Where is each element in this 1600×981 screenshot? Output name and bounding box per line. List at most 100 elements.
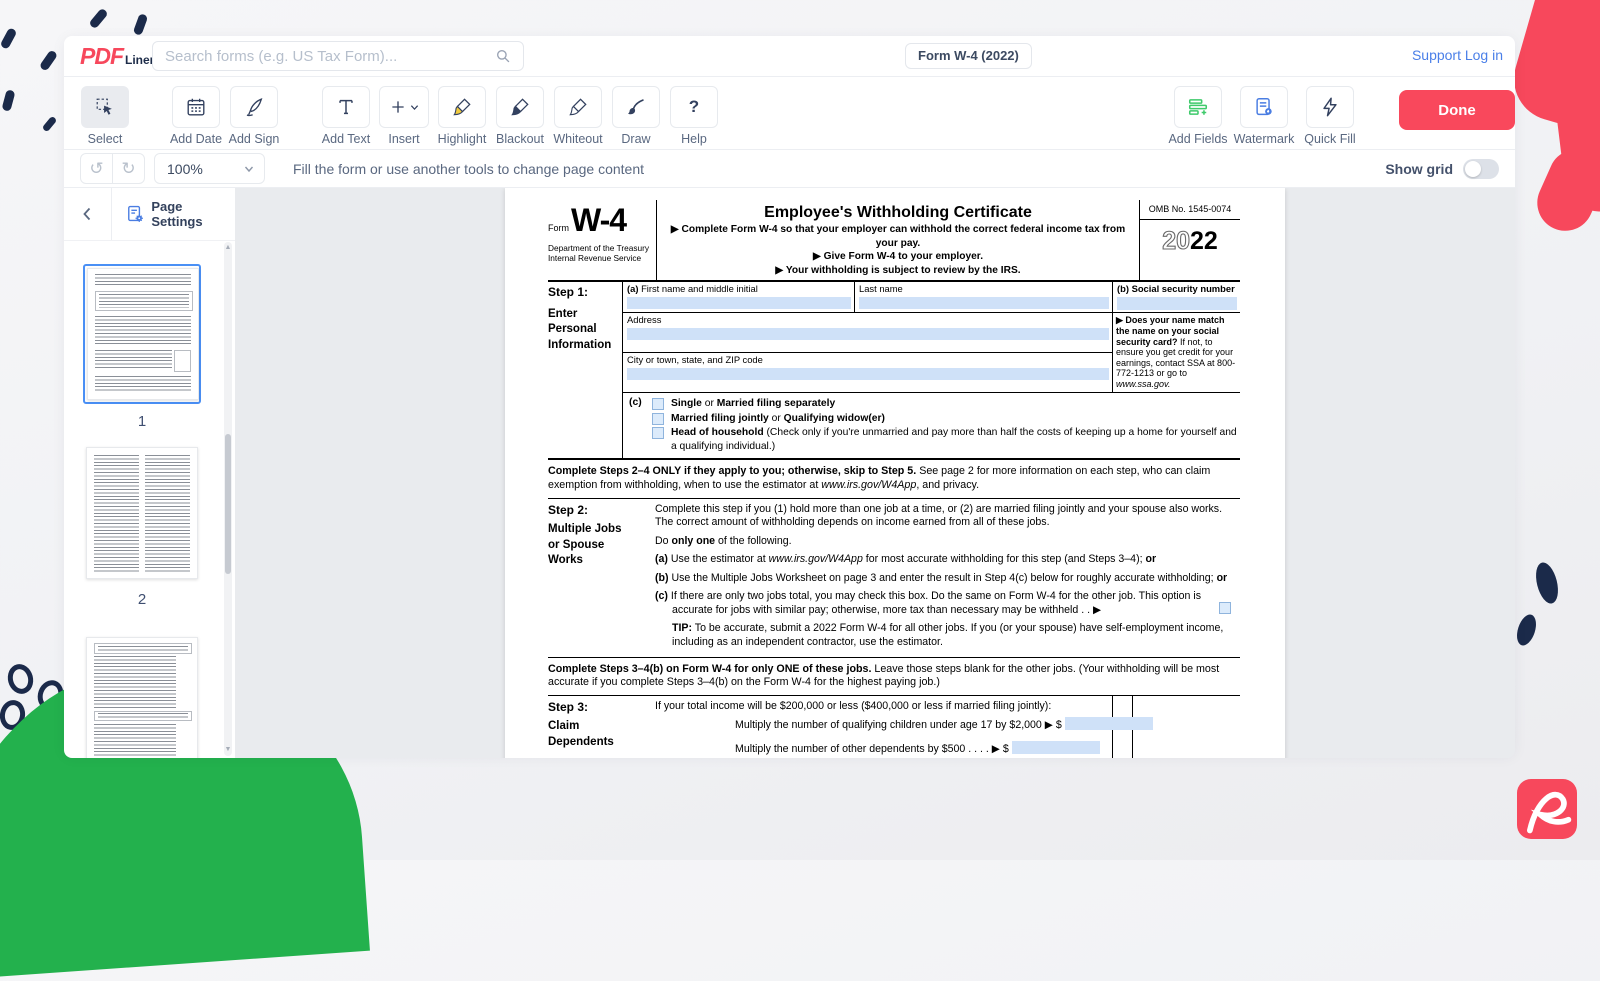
undo-icon: ↺: [89, 159, 103, 179]
scroll-up-icon[interactable]: ▲: [224, 243, 232, 253]
tool-label: Whiteout: [553, 132, 602, 146]
tool-whiteout[interactable]: Whiteout: [549, 77, 607, 146]
decor-navy-ring: [0, 698, 27, 732]
page-settings-icon: [126, 204, 145, 224]
show-grid-label: Show grid: [1385, 161, 1453, 177]
tool-draw[interactable]: Draw: [607, 77, 665, 146]
scrollbar-thumb[interactable]: [225, 434, 231, 574]
ssn-input[interactable]: [1117, 297, 1237, 310]
search-input[interactable]: [153, 48, 494, 65]
zoom-select[interactable]: 100%: [154, 153, 265, 184]
step2-intro: Complete this step if you (1) hold more …: [655, 503, 1240, 530]
form-year: 2022: [1140, 225, 1240, 257]
form-bullet: ▶ Give Form W-4 to your employer.: [665, 250, 1131, 263]
app-header: PDF Liner Form W-4 (2022) Support Log in: [64, 36, 1515, 77]
blackout-icon: [509, 96, 531, 118]
first-name-input[interactable]: [627, 297, 851, 309]
tool-label: Add Fields: [1168, 132, 1227, 146]
scroll-down-icon[interactable]: ▼: [224, 745, 232, 755]
select-icon: [94, 96, 116, 118]
decor-navy-dash: [42, 116, 58, 133]
pdfliner-logo[interactable]: PDF Liner: [80, 43, 154, 70]
search-icon[interactable]: [494, 47, 512, 65]
undo-button[interactable]: ↺: [80, 153, 113, 184]
ssn-label: (b) Social security number: [1117, 283, 1237, 295]
step2-option-b: (b) Use the Multiple Jobs Worksheet on p…: [655, 572, 1240, 586]
login-link[interactable]: Log in: [1465, 47, 1503, 63]
step3-intro: If your total income will be $200,000 or…: [655, 700, 1112, 714]
tool-add-fields[interactable]: Add Fields: [1165, 77, 1231, 146]
decor-navy-ring: [5, 661, 37, 696]
decor-red-splash: [1528, 140, 1600, 240]
support-link[interactable]: Support: [1412, 47, 1461, 63]
steps34-note: Complete Steps 3–4(b) on Form W-4 for on…: [548, 663, 1240, 690]
page-thumbnail-2[interactable]: 2: [83, 444, 201, 608]
last-name-input[interactable]: [859, 297, 1109, 309]
step2-tip: TIP: To be accurate, submit a 2022 Form …: [672, 622, 1240, 649]
decor-navy-blob: [1513, 612, 1539, 648]
highlight-icon: [451, 96, 473, 118]
w4-form: FormW-4 Department of the Treasury Inter…: [548, 200, 1240, 758]
app-window: PDF Liner Form W-4 (2022) Support Log in…: [64, 36, 1515, 755]
redo-button[interactable]: ↻: [112, 153, 145, 184]
filing-status-head-household-checkbox[interactable]: [652, 427, 664, 439]
tool-quick-fill[interactable]: Quick Fill: [1297, 77, 1363, 146]
decor-red-splash: [1544, 2, 1600, 215]
chevron-down-icon: [410, 103, 419, 112]
form-title: Employee's Withholding Certificate: [665, 203, 1131, 223]
tool-select[interactable]: Select: [76, 77, 134, 146]
tool-label: Add Text: [322, 132, 370, 146]
decor-navy-dash: [1, 89, 15, 112]
steps24-note: Complete Steps 2–4 ONLY if they apply to…: [548, 465, 1240, 492]
page-settings-button[interactable]: Page Settings: [126, 199, 235, 229]
qualifying-children-input[interactable]: [1065, 717, 1153, 730]
tool-add-text[interactable]: Add Text: [317, 77, 375, 146]
filing-status-single-label: Single or Married filing separately: [671, 397, 835, 410]
decor-navy-blob: [1532, 560, 1562, 606]
pdf-swoosh-icon: [1517, 779, 1577, 839]
done-button[interactable]: Done: [1399, 90, 1515, 130]
tool-highlight[interactable]: Highlight: [433, 77, 491, 146]
quick-fill-icon: [1319, 96, 1341, 118]
text-icon: [335, 96, 357, 118]
filing-status-head-household-label: Head of household (Check only if you're …: [671, 426, 1240, 452]
step2-label: Step 2:: [548, 503, 655, 518]
step2-option-a: (a) Use the estimator at www.irs.gov/W4A…: [655, 553, 1240, 567]
search-box[interactable]: [152, 41, 524, 71]
zoom-value: 100%: [167, 161, 203, 177]
add-fields-icon: [1187, 96, 1209, 118]
tool-label: Help: [681, 132, 707, 146]
redo-icon: ↻: [121, 159, 135, 179]
tool-add-sign[interactable]: Add Sign: [225, 77, 283, 146]
dept-line1: Department of the Treasury: [548, 244, 654, 254]
step2c-checkbox[interactable]: [1219, 602, 1231, 614]
address-input[interactable]: [627, 328, 1109, 340]
show-grid-toggle[interactable]: [1463, 159, 1499, 179]
decor-navy-dash: [39, 49, 58, 71]
sidebar-collapse-button[interactable]: [64, 188, 112, 240]
filing-status-married-jointly-checkbox[interactable]: [652, 413, 664, 425]
insert-plus-icon: [389, 98, 407, 116]
city-label: City or town, state, and ZIP code: [627, 354, 1109, 366]
pdf-logo-mark: [1517, 779, 1577, 839]
tool-watermark[interactable]: Watermark: [1231, 77, 1297, 146]
tool-label: Select: [88, 132, 123, 146]
tool-add-date[interactable]: Add Date: [167, 77, 225, 146]
tool-help[interactable]: ? Help: [665, 77, 723, 146]
other-dependents-input[interactable]: [1012, 741, 1100, 754]
city-input[interactable]: [627, 368, 1109, 380]
form-bullet: ▶ Complete Form W-4 so that your employe…: [665, 223, 1131, 250]
tool-label: Blackout: [496, 132, 544, 146]
first-name-label: (a) First name and middle initial: [627, 283, 851, 295]
thumbnail-preview: [87, 268, 199, 400]
omb-number: OMB No. 1545-0074: [1140, 200, 1240, 220]
page-thumbnail-3[interactable]: 3: [83, 634, 201, 758]
form-number: W-4: [571, 206, 626, 235]
filing-status-single-checkbox[interactable]: [652, 398, 664, 410]
page-thumbnail-1[interactable]: 1: [83, 264, 201, 430]
tool-insert[interactable]: Insert: [375, 77, 433, 146]
page-number: 1: [83, 413, 201, 430]
tool-blackout[interactable]: Blackout: [491, 77, 549, 146]
sidebar-scrollbar[interactable]: ▲ ▼: [224, 242, 232, 756]
toolbar-hint: Fill the form or use another tools to ch…: [293, 161, 644, 177]
